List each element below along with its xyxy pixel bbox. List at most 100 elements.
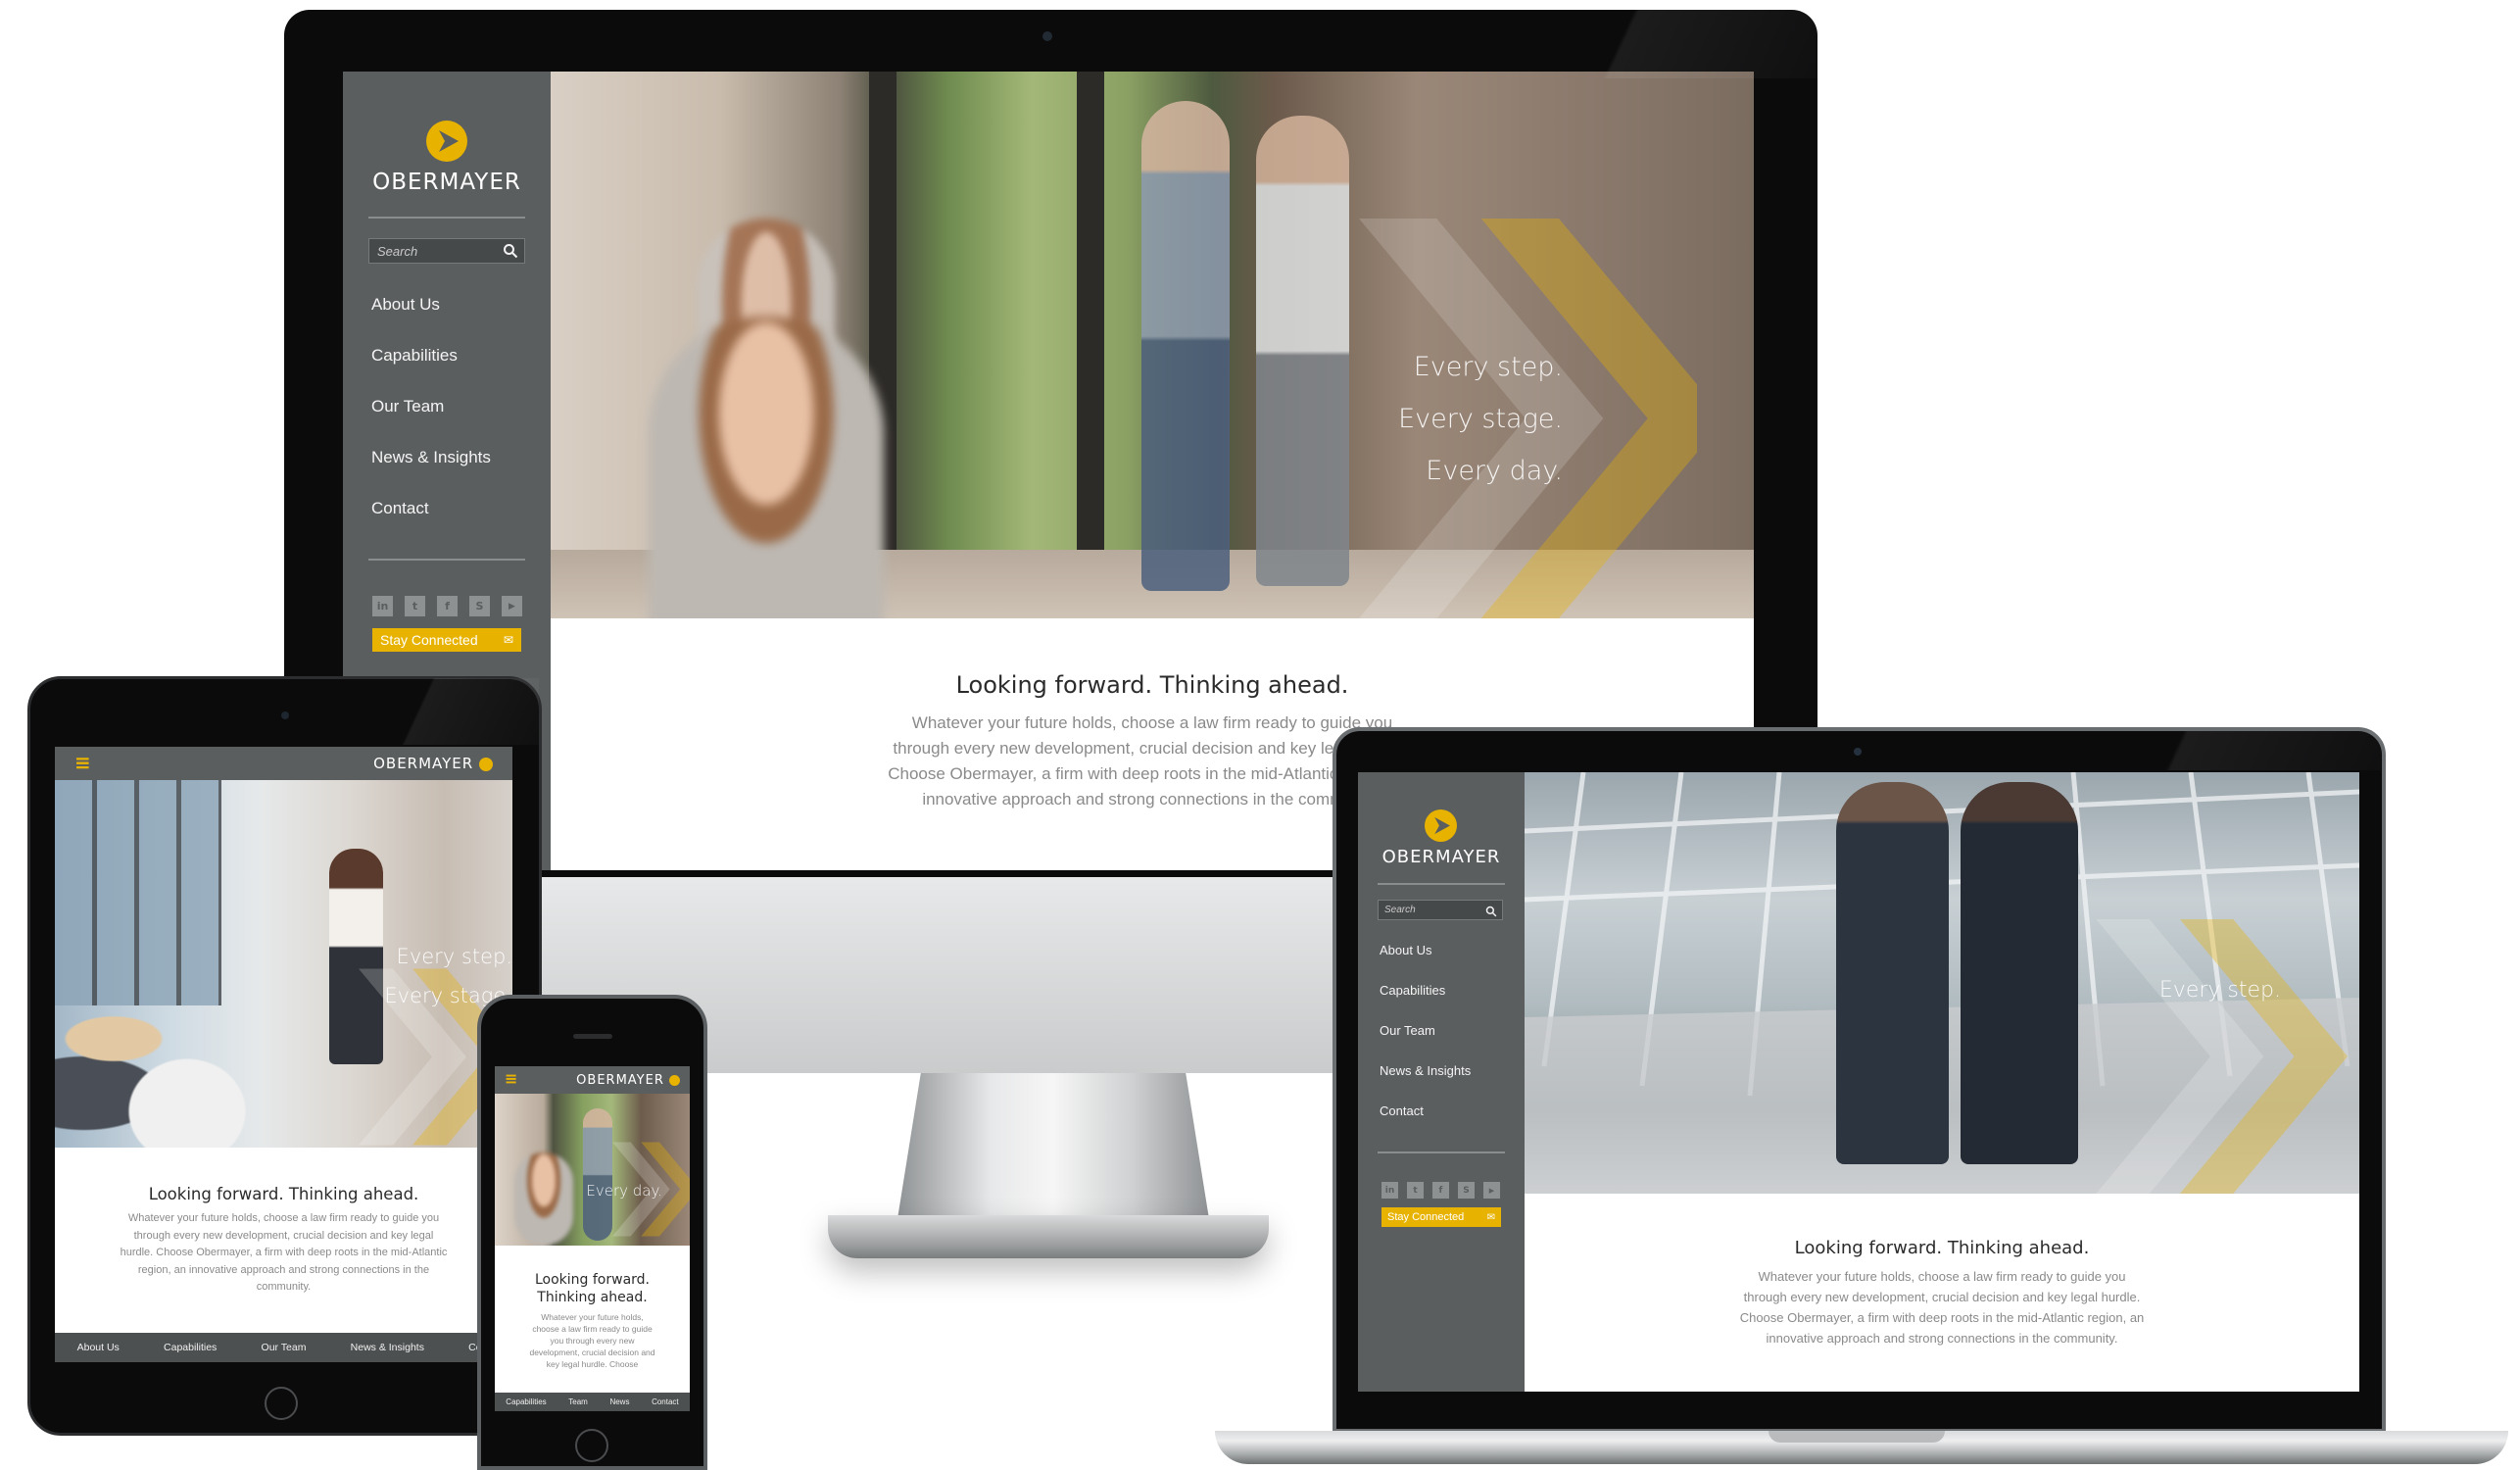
twitter-icon[interactable]: t (405, 596, 425, 616)
audience-figures (55, 966, 349, 1148)
family-figure-boy (649, 317, 884, 618)
body-line: hurdle. Choose Obermayer, a firm with de… (120, 1247, 448, 1258)
phone-intro-section: Looking forward. Thinking ahead. Whateve… (495, 1246, 690, 1393)
brand-logo-icon (669, 1075, 680, 1086)
skype-icon[interactable]: S (469, 596, 490, 616)
brand-logo-icon[interactable] (1425, 809, 1457, 842)
facebook-icon[interactable]: f (1432, 1182, 1449, 1199)
chevron-graphic-icon (2096, 919, 2348, 1194)
sidebar-item-our-team[interactable]: Our Team (1380, 1023, 1435, 1038)
stay-connected-label: Stay Connected (1387, 1211, 1465, 1223)
bottom-nav-news-insights[interactable]: News & Insights (351, 1342, 424, 1353)
intro-body: Whatever your future holds, choose a law… (55, 1210, 512, 1297)
search-icon[interactable] (503, 243, 518, 259)
mail-icon: ✉ (1486, 1211, 1495, 1223)
social-links: in t f S ▶ (1381, 1182, 1500, 1199)
tagline-line: Every stage. (1398, 404, 1563, 434)
sidebar-item-news-insights[interactable]: News & Insights (1380, 1063, 1471, 1078)
sidebar-search[interactable] (368, 238, 525, 264)
mail-icon: ✉ (503, 633, 513, 647)
tablet-home-button[interactable] (265, 1387, 298, 1420)
headline-line: Thinking ahead. (537, 1290, 648, 1305)
facebook-icon[interactable]: f (437, 596, 458, 616)
sidebar-search[interactable] (1378, 900, 1503, 920)
headline-line: Looking forward. (534, 1272, 651, 1288)
desktop-camera (1042, 31, 1052, 41)
businessman-figure-left (1836, 782, 1949, 1164)
brand-name[interactable]: OBERMAYER (576, 1073, 680, 1088)
brand-logo-icon (479, 757, 493, 771)
tablet-header: ≡ OBERMAYER (55, 747, 512, 780)
tagline-line: Every day. (1426, 456, 1563, 486)
bottom-nav-news[interactable]: News (609, 1397, 629, 1406)
body-line: Choose Obermayer, a firm with deep roots… (1739, 1310, 2145, 1325)
intro-body: Whatever your future holds, choose a law… (495, 1311, 690, 1370)
brand-text: OBERMAYER (373, 755, 474, 772)
twitter-icon[interactable]: t (1407, 1182, 1424, 1199)
sidebar-item-news-insights[interactable]: News & Insights (371, 448, 491, 467)
sidebar-item-our-team[interactable]: Our Team (371, 397, 444, 416)
youtube-icon[interactable]: ▶ (502, 596, 522, 616)
phone-speaker (573, 1034, 612, 1039)
intro-headline: Looking forward. Thinking ahead. (1794, 1238, 2090, 1258)
search-input[interactable] (369, 239, 524, 263)
social-links: in t f S ▶ (372, 596, 522, 616)
bottom-nav-team[interactable]: Team (568, 1397, 588, 1406)
family-figure-woman (1141, 101, 1230, 591)
sidebar-item-about-us[interactable]: About Us (371, 295, 440, 315)
body-line: choose a law firm ready to guide (532, 1324, 653, 1334)
body-line: development, crucial decision and (529, 1348, 655, 1357)
tagline-line: Every step. (396, 945, 512, 968)
sidebar-item-contact[interactable]: Contact (371, 499, 429, 518)
bottom-nav-contact[interactable]: Contact (652, 1397, 679, 1406)
sidebar-item-contact[interactable]: Contact (1380, 1103, 1424, 1118)
stay-connected-button[interactable]: Stay Connected ✉ (1381, 1207, 1501, 1227)
phone-screen: ≡ OBERMAYER Every day. Looking forward. … (495, 1066, 690, 1411)
phone-home-button[interactable] (575, 1429, 608, 1462)
brand-name[interactable]: OBERMAYER (373, 755, 493, 772)
bottom-nav-about-us[interactable]: About Us (77, 1342, 120, 1353)
intro-headline: Looking forward. Thinking ahead. (495, 1271, 690, 1306)
search-icon[interactable] (1485, 905, 1497, 916)
linkedin-icon[interactable]: in (1381, 1182, 1398, 1199)
hamburger-menu-icon[interactable]: ≡ (505, 1069, 517, 1088)
intro-body: Whatever your future holds, choose a law… (1525, 1266, 2359, 1348)
bottom-nav-capabilities[interactable]: Capabilities (506, 1397, 546, 1406)
sidebar-item-capabilities[interactable]: Capabilities (1380, 983, 1445, 998)
bottom-nav-our-team[interactable]: Our Team (262, 1342, 307, 1353)
sidebar-divider (368, 217, 525, 219)
search-input[interactable] (1379, 901, 1502, 919)
sidebar-item-capabilities[interactable]: Capabilities (371, 346, 458, 366)
brand-name[interactable]: OBERMAYER (1358, 847, 1525, 867)
hero-tagline: Every step. Every stage. Every day. (1398, 341, 1563, 497)
tagline-line: Every step. (2158, 978, 2281, 1003)
brand-name[interactable]: OBERMAYER (343, 170, 551, 195)
intro-headline: Looking forward. Thinking ahead. (148, 1185, 419, 1203)
body-line: through every new development, crucial d… (1743, 1290, 2141, 1304)
youtube-icon[interactable]: ▶ (1483, 1182, 1500, 1199)
body-line: community. (256, 1281, 312, 1293)
sidebar-divider-bottom (368, 559, 525, 561)
body-line: you through every new (550, 1336, 635, 1346)
linkedin-icon[interactable]: in (372, 596, 393, 616)
laptop-sidebar: OBERMAYER About Us Capabilities Our Team… (1358, 772, 1525, 1392)
hamburger-menu-icon[interactable]: ≡ (74, 751, 91, 774)
phone-header: ≡ OBERMAYER (495, 1066, 690, 1094)
body-line: key legal hurdle. Choose (546, 1359, 639, 1369)
tablet-camera (281, 711, 289, 719)
skype-icon[interactable]: S (1458, 1182, 1475, 1199)
body-line: Whatever your future holds, choose a law… (127, 1212, 440, 1224)
brand-logo-icon[interactable] (426, 121, 467, 162)
child-figure (514, 1152, 573, 1246)
sidebar-divider-bottom (1378, 1152, 1505, 1153)
sidebar-divider (1378, 883, 1505, 885)
tablet-bottom-nav: About Us Capabilities Our Team News & In… (55, 1333, 512, 1362)
intro-headline: Looking forward. Thinking ahead. (955, 671, 1349, 699)
stay-connected-button[interactable]: Stay Connected ✉ (372, 628, 521, 652)
stay-connected-label: Stay Connected (380, 632, 478, 648)
family-figure-man (1256, 116, 1349, 586)
laptop-screen: OBERMAYER About Us Capabilities Our Team… (1358, 772, 2359, 1392)
bottom-nav-capabilities[interactable]: Capabilities (164, 1342, 217, 1353)
laptop-camera (1854, 748, 1862, 756)
sidebar-item-about-us[interactable]: About Us (1380, 943, 1431, 957)
